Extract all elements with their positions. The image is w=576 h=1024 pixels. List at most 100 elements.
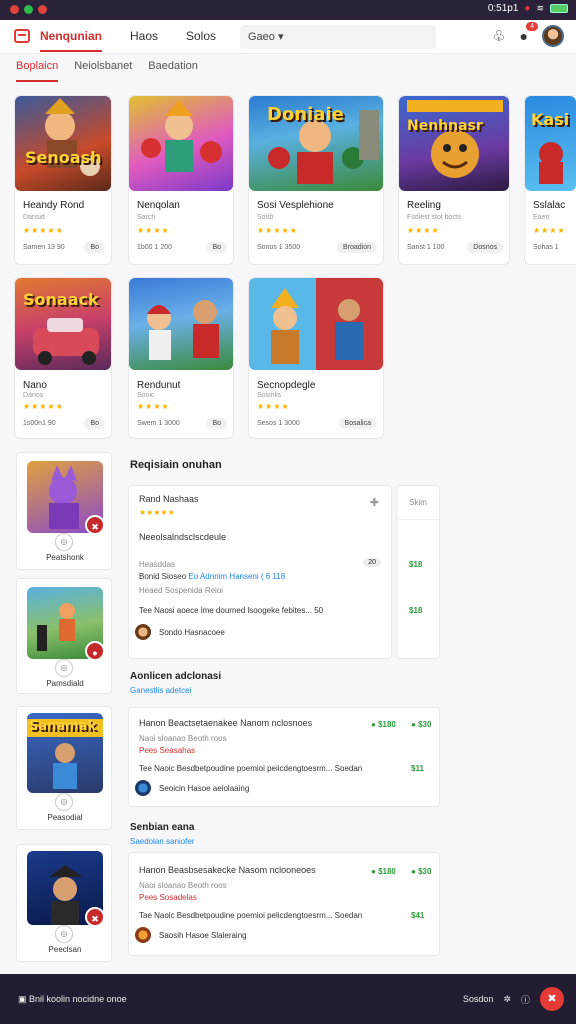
notifications-icon[interactable]: ● 4 (520, 22, 538, 44)
game-art (129, 278, 233, 370)
alert-icon: ● (524, 3, 531, 14)
tab-3[interactable]: Baedation (148, 60, 198, 82)
app-logo-icon[interactable] (14, 29, 30, 43)
nav-link-2[interactable]: Solos (186, 29, 216, 43)
bell-icon[interactable]: ♧ (492, 27, 505, 45)
bottom-status: ▣ Bnil koolin nocidne onoe (18, 994, 127, 1005)
description-line: Tae Naoic Besdbetpoudine poemioi pelicde… (139, 911, 363, 920)
rating-stars: ★★★★★ (257, 226, 298, 235)
avatar (135, 927, 151, 943)
avatar[interactable] (542, 25, 564, 47)
listing-card[interactable]: Hanon Beactsetaenakee Nanom nclosnoes ● … (128, 707, 440, 807)
maximize-window-button[interactable] (38, 5, 47, 14)
top-nav: Nenqunian Haos Solos Gaeo ▾ ♧ ● 4 (0, 20, 576, 54)
play-button[interactable]: ◎ (55, 925, 73, 943)
listing-card[interactable]: Hanon Beasbsesakecke Nasom nclooneoes ● … (128, 852, 440, 956)
game-meta: Samen 13 90 (23, 244, 65, 251)
game-meta: Sanst 1 100 (407, 244, 445, 251)
action-button[interactable]: ✖ (540, 987, 564, 1011)
count-chip: 20 (363, 558, 381, 567)
game-card[interactable]: Nenqolan Sarch ★★★★ 1b00 1 200 Bo (128, 95, 234, 265)
play-button[interactable]: ◎ (55, 793, 73, 811)
status-time: 0:51p1 (487, 3, 519, 14)
game-card[interactable]: Senoash Heandy Rond Dansid ★★★★★ Samen 1… (14, 95, 112, 265)
detail-line: Naoi sloanao Beoth roos (139, 881, 227, 890)
game-card[interactable]: Rendunut Sonic ★★★★ Swem 1 3000 Bo (128, 277, 234, 439)
section-title: Reqisiain onuhan (130, 459, 222, 471)
section-title: Senbian eana (130, 822, 195, 833)
chat-icon[interactable]: ▣ (18, 994, 27, 1004)
add-icon[interactable]: ✚ (370, 496, 379, 509)
review-title: Rand Nashaas (139, 494, 199, 504)
search-input[interactable]: Gaeo ▾ (240, 25, 436, 49)
game-art: Kasi (525, 96, 576, 191)
game-art: ● (27, 587, 103, 659)
game-developer: Sonic (137, 392, 155, 399)
price-value: $18 (409, 606, 423, 615)
get-button[interactable]: Bo (84, 242, 105, 253)
wifi-icon: ≋ (536, 3, 544, 13)
play-icon[interactable]: ● (85, 641, 103, 659)
bottom-label[interactable]: Sosdon (463, 994, 494, 1004)
game-card[interactable]: Nenhnasr Reeling Fsdiest stot bocts ★★★★… (398, 95, 510, 265)
game-art: ✖ (27, 461, 103, 533)
game-meta: Sohas 1 (533, 244, 559, 251)
game-meta: 1b00 1 200 (137, 244, 173, 251)
detail-line: Heasddas (139, 560, 176, 569)
rating-stars: ★★★★★ (23, 226, 64, 235)
section-subtitle[interactable]: Saedolan saniofer (130, 837, 195, 846)
play-icon[interactable]: ✖ (85, 907, 103, 925)
side-game-card[interactable]: ● ◎ Pamsdiald (16, 578, 112, 694)
price-column: Skim $18 $18 (396, 485, 440, 659)
price-value: ● $30 (411, 867, 432, 876)
game-developer: Sorib (257, 214, 274, 221)
game-card[interactable]: Sonaack Nano Danos ★★★★★ 1s00n1 90 Bo (14, 277, 112, 439)
side-card-label: Peeclsan (48, 945, 82, 954)
art-title: Doniaie (267, 104, 344, 125)
section-subtitle[interactable]: Ganestlis adetcei (130, 686, 191, 695)
game-developer: Eaen (533, 214, 550, 221)
game-card[interactable]: Secnopdegle Sosinlis ★★★★ Sesos 1 3000 B… (248, 277, 384, 439)
game-art: Sanamak (27, 713, 103, 793)
close-window-button[interactable] (10, 5, 19, 14)
get-button[interactable]: Bo (206, 242, 227, 253)
game-developer: Dansid (23, 214, 45, 221)
nav-brand[interactable]: Nenqunian (40, 29, 102, 52)
bottom-bar: ▣ Bnil koolin nocidne onoe Sosdon ✲ ⓘ ✖ (0, 974, 576, 1024)
listing-title: Hanon Beactsetaenakee Nanom nclosnoes (139, 718, 313, 728)
game-developer: Sosinlis (257, 392, 282, 399)
listing-title: Hanon Beasbsesakecke Nasom nclooneoes (139, 865, 316, 875)
game-meta: Sonos 1 3500 (257, 244, 301, 251)
game-art (129, 96, 233, 191)
settings-icon[interactable]: ✲ (503, 994, 511, 1005)
detail-line: Pees Seasahas (139, 746, 196, 755)
get-button[interactable]: Bosalica (338, 418, 377, 429)
rating-stars: ★★★★ (533, 226, 566, 235)
side-game-card[interactable]: ✖ ◎ Peatshonk (16, 452, 112, 570)
side-game-card[interactable]: ✖ ◎ Peeclsan (16, 844, 112, 962)
description-line: Tee Naoic Besdbetpoudine poemioi peiicde… (139, 764, 363, 773)
game-art: Doniaie (249, 96, 383, 191)
get-button[interactable]: Broadion (336, 242, 377, 253)
minimize-window-button[interactable] (24, 5, 33, 14)
price-value: $11 (411, 764, 424, 773)
system-tray: 0:51p1 ● ≋ (488, 3, 568, 14)
get-button[interactable]: Dosnos (467, 242, 503, 253)
nav-link-1[interactable]: Haos (130, 29, 158, 43)
tab-2[interactable]: Neiolsbanet (74, 60, 132, 82)
play-button[interactable]: ◎ (55, 533, 73, 551)
help-icon[interactable]: ⓘ (521, 993, 530, 1006)
tab-1[interactable]: Boplaicn (16, 60, 59, 82)
side-game-card[interactable]: Sanamak ◎ Peasodial (16, 706, 112, 830)
play-icon[interactable]: ✖ (85, 515, 103, 533)
game-name: Reeling (407, 200, 441, 211)
play-button[interactable]: ◎ (55, 659, 73, 677)
game-card[interactable]: Kasi Sslalac Eaen ★★★★ Sohas 1 (524, 95, 576, 265)
game-card[interactable]: Doniaie Sosi Vesplehione Sorib ★★★★★ Son… (248, 95, 384, 265)
battery-icon (550, 4, 568, 13)
get-button[interactable]: Bo (84, 418, 105, 429)
tag-line: Neeolsalndsclscdeule (139, 532, 227, 542)
get-button[interactable]: Bo (206, 418, 227, 429)
price-value: $41 (411, 911, 425, 920)
side-card-label: Peatshonk (46, 553, 84, 562)
